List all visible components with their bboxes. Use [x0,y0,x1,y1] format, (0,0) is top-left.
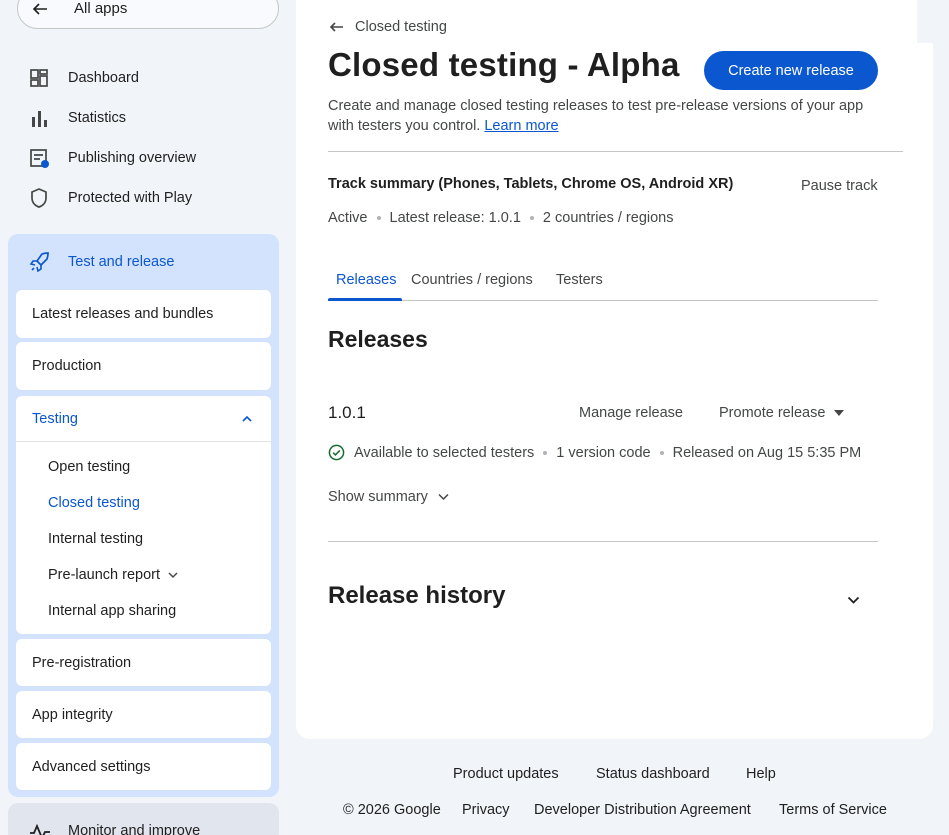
sidebar-item-latest-releases[interactable]: Latest releases and bundles [16,290,271,338]
sidebar-item-open-testing[interactable]: Open testing [48,459,130,475]
sidebar-item-production[interactable]: Production [16,342,271,390]
release-history-heading: Release history [328,582,506,609]
divider [328,151,903,152]
rocket-icon [29,252,49,273]
all-apps-label: All apps [74,0,128,17]
arrow-back-icon [32,2,47,15]
test-and-release-label: Test and release [68,254,175,270]
sidebar-item-label: Protected with Play [68,190,193,206]
monitor-icon [30,823,50,835]
sidebar-item-publishing-overview[interactable]: Publishing overview [28,146,196,170]
show-summary-label: Show summary [328,489,428,505]
pause-track-button[interactable]: Pause track [801,178,878,194]
tab-testers[interactable]: Testers [556,272,603,288]
testing-group: Testing Open testing Closed testing Inte… [16,396,271,634]
sidebar-item-label: Latest releases and bundles [32,306,214,322]
promote-release-button[interactable]: Promote release [719,405,845,421]
release-availability: Available to selected testers [354,444,535,461]
release-version-codes: 1 version code [556,444,651,461]
publishing-overview-icon [28,147,50,169]
developer-distribution-agreement-link[interactable]: Developer Distribution Agreement [534,802,751,818]
breadcrumb[interactable]: Closed testing [329,19,447,35]
track-meta: Active Latest release: 1.0.1 2 countries… [328,210,673,226]
tab-bar: Releases Countries / regions Testers [328,264,878,301]
active-tab-indicator [328,298,402,301]
sidebar-item-closed-testing[interactable]: Closed testing [48,495,140,511]
show-summary-toggle[interactable]: Show summary [328,489,449,505]
sidebar-item-internal-testing[interactable]: Internal testing [48,531,143,547]
main-panel: Closed testing Closed testing - Alpha Cr… [296,0,933,739]
sidebar-item-label: Pre-launch report [48,567,161,583]
page-title: Closed testing - Alpha [328,46,680,83]
release-meta: Available to selected testers 1 version … [328,444,861,461]
track-latest-release: Latest release: 1.0.1 [389,210,521,226]
sidebar-item-dashboard[interactable]: Dashboard [28,66,139,90]
tab-countries-regions[interactable]: Countries / regions [411,272,533,288]
sidebar-item-label: Dashboard [68,70,139,86]
track-regions: 2 countries / regions [542,210,674,226]
tab-releases[interactable]: Releases [336,272,396,288]
sidebar-item-protected-with-play[interactable]: Protected with Play [28,186,192,210]
separator-dot [543,450,548,455]
status-dashboard-link[interactable]: Status dashboard [596,766,710,782]
learn-more-link[interactable]: Learn more [484,118,558,134]
separator-dot [529,216,534,220]
sidebar: All apps Dashboard Statistics Publishing… [0,0,296,835]
arrow-back-icon [329,22,343,32]
sidebar-item-app-integrity[interactable]: App integrity [16,691,271,738]
manage-release-button[interactable]: Manage release [579,405,683,421]
help-link[interactable]: Help [746,766,776,782]
bar-chart-icon [28,107,50,129]
sidebar-item-label: Statistics [68,110,127,126]
chevron-up-icon [242,415,252,422]
sidebar-item-testing[interactable]: Testing [16,396,271,442]
sidebar-item-statistics[interactable]: Statistics [28,106,126,130]
sidebar-item-pre-registration[interactable]: Pre-registration [16,639,271,686]
all-apps-button[interactable]: All apps [17,0,279,29]
page-description: Create and manage closed testing release… [328,96,868,136]
sidebar-item-label: Monitor and improve [68,823,201,835]
create-new-release-button[interactable]: Create new release [704,51,878,90]
release-version: 1.0.1 [328,403,366,422]
release-date: Released on Aug 15 5:35 PM [672,444,862,461]
sidebar-item-label: Pre-registration [32,655,132,671]
sidebar-item-label: App integrity [32,707,113,723]
shield-icon [28,187,50,209]
dropdown-arrow-icon [834,410,845,416]
releases-heading: Releases [328,326,428,352]
separator-dot [659,450,664,455]
sidebar-item-label: Advanced settings [32,759,151,775]
promote-release-label: Promote release [719,405,826,421]
top-strip [917,0,933,43]
chevron-down-icon [438,493,449,501]
track-summary-title: Track summary (Phones, Tablets, Chrome O… [328,176,734,192]
separator-dot [376,216,381,220]
sidebar-item-label: Publishing overview [68,150,197,166]
sidebar-item-pre-launch-report[interactable]: Pre-launch report [48,567,178,583]
sidebar-item-advanced-settings[interactable]: Advanced settings [16,743,271,790]
dashboard-icon [28,67,50,89]
chevron-down-icon [168,571,178,578]
description-text: Create and manage closed testing release… [328,98,864,134]
product-updates-link[interactable]: Product updates [453,766,559,782]
terms-of-service-link[interactable]: Terms of Service [779,802,887,818]
privacy-link[interactable]: Privacy [462,802,510,818]
sidebar-item-monitor-and-improve[interactable]: Monitor and improve [8,803,279,835]
sidebar-item-label: Testing [32,411,78,427]
test-and-release-section: Test and release Latest releases and bun… [8,234,279,797]
sidebar-item-test-and-release[interactable]: Test and release [28,250,174,274]
copyright: © 2026 Google [343,802,441,818]
track-status: Active [328,210,368,226]
divider [328,541,878,542]
expand-chevron-icon[interactable] [847,596,860,605]
sidebar-item-internal-app-sharing[interactable]: Internal app sharing [48,603,176,619]
sidebar-item-label: Production [32,358,102,374]
breadcrumb-label: Closed testing [355,19,447,35]
check-circle-icon [328,444,345,461]
